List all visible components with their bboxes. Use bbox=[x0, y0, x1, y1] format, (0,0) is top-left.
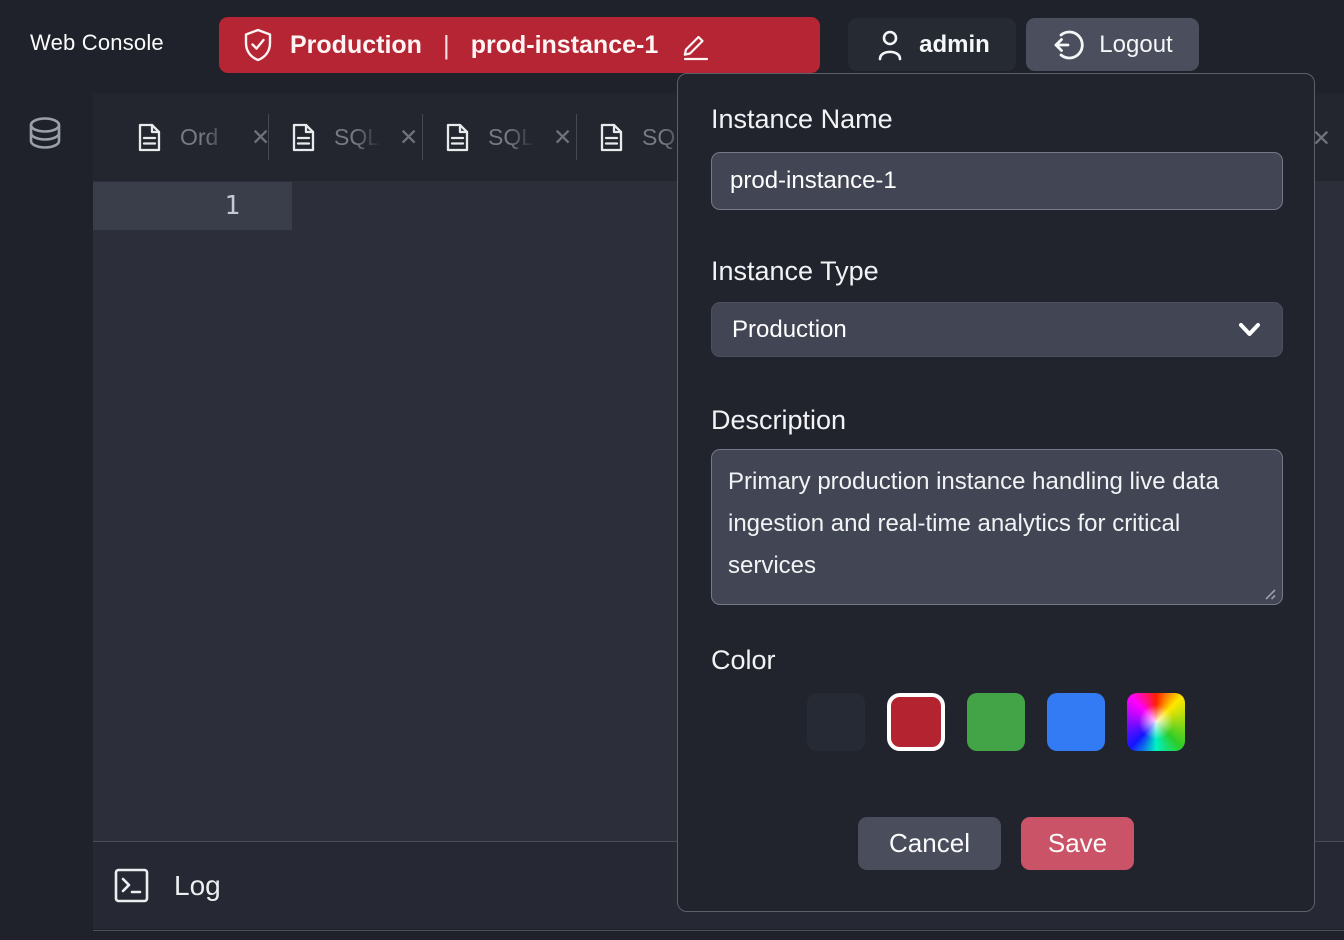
user-name: admin bbox=[919, 31, 990, 59]
active-line-gutter: 1 bbox=[93, 182, 292, 230]
left-sidebar bbox=[0, 93, 93, 940]
tab-close-icon[interactable]: ✕ bbox=[553, 126, 572, 149]
resize-grip-icon[interactable] bbox=[1262, 586, 1276, 600]
file-icon bbox=[290, 122, 317, 153]
instance-name-input[interactable] bbox=[711, 152, 1283, 210]
color-swatch-green[interactable] bbox=[967, 693, 1025, 751]
description-textarea-wrap: Primary production instance handling liv… bbox=[711, 449, 1281, 605]
tab-orders[interactable]: Ord ✕ bbox=[136, 93, 270, 181]
color-swatch-custom[interactable] bbox=[1127, 693, 1185, 751]
cancel-button[interactable]: Cancel bbox=[858, 817, 1001, 870]
instance-type-select[interactable]: Production bbox=[711, 302, 1283, 357]
logout-icon bbox=[1052, 28, 1086, 62]
user-button[interactable]: admin bbox=[848, 18, 1016, 71]
description-textarea[interactable]: Primary production instance handling liv… bbox=[711, 449, 1283, 605]
terminal-icon bbox=[113, 867, 150, 904]
tab-sql-2[interactable]: SQL ✕ bbox=[444, 93, 572, 181]
instance-type-selected-value: Production bbox=[732, 316, 847, 344]
logout-label: Logout bbox=[1099, 31, 1172, 59]
logout-button[interactable]: Logout bbox=[1026, 18, 1199, 71]
color-swatch-blue[interactable] bbox=[1047, 693, 1105, 751]
shield-check-icon bbox=[243, 28, 273, 62]
database-icon[interactable] bbox=[24, 115, 66, 161]
tab-divider bbox=[576, 114, 577, 160]
tab-label: Ord bbox=[180, 124, 234, 151]
tab-divider bbox=[268, 114, 269, 160]
file-icon bbox=[598, 122, 625, 153]
instance-type-field-label: Instance Type bbox=[711, 254, 1281, 288]
save-button[interactable]: Save bbox=[1021, 817, 1134, 870]
edit-pencil-icon[interactable] bbox=[681, 29, 711, 61]
app-title: Web Console bbox=[30, 30, 164, 56]
log-panel-label: Log bbox=[174, 870, 221, 902]
instance-name-label: prod-instance-1 bbox=[471, 31, 659, 60]
instance-type-label: Production bbox=[290, 31, 422, 60]
tab-label: SQL bbox=[334, 124, 382, 151]
instance-name-field-label: Instance Name bbox=[711, 102, 1281, 136]
edit-instance-modal: Instance Name Instance Type Production D… bbox=[677, 73, 1315, 912]
chevron-down-icon bbox=[1237, 321, 1262, 339]
badge-separator: | bbox=[443, 30, 450, 61]
file-icon bbox=[136, 122, 163, 153]
description-field-label: Description bbox=[711, 403, 1281, 437]
modal-actions: Cancel Save bbox=[711, 817, 1281, 870]
color-swatch-row bbox=[711, 693, 1281, 751]
tab-close-icon[interactable]: ✕ bbox=[399, 126, 418, 149]
instance-badge[interactable]: Production | prod-instance-1 bbox=[219, 17, 820, 73]
color-field-label: Color bbox=[711, 643, 1281, 677]
bottom-divider bbox=[93, 930, 1344, 931]
color-swatch-red[interactable] bbox=[887, 693, 945, 751]
file-icon bbox=[444, 122, 471, 153]
color-swatch-default[interactable] bbox=[807, 693, 865, 751]
tab-divider bbox=[422, 114, 423, 160]
line-number: 1 bbox=[224, 191, 240, 221]
tab-label: SQL bbox=[488, 124, 536, 151]
user-icon bbox=[874, 28, 906, 62]
tab-sql-1[interactable]: SQL ✕ bbox=[290, 93, 418, 181]
